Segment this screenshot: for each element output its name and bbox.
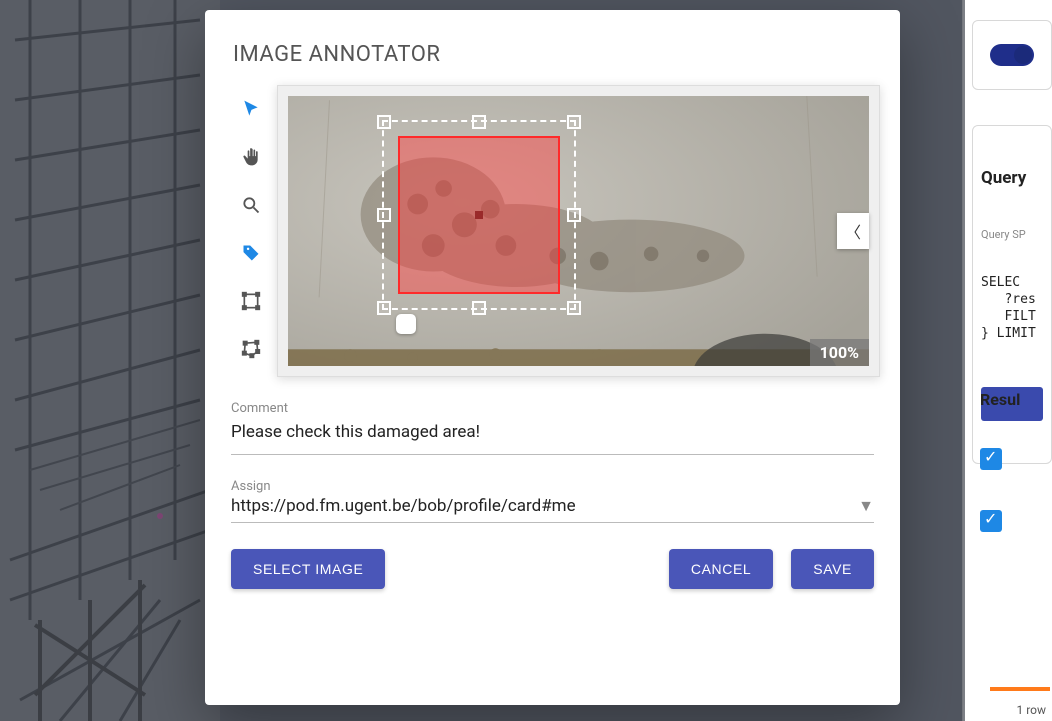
select-image-button[interactable]: SELECT IMAGE <box>231 549 385 589</box>
assign-value: https://pod.fm.ugent.be/bob/profile/card… <box>231 496 576 516</box>
assign-field[interactable]: Assign https://pod.fm.ugent.be/bob/profi… <box>231 479 874 523</box>
magnifier-icon <box>241 195 261 215</box>
results-header: Resul <box>972 390 1052 409</box>
polygon-icon <box>241 339 261 359</box>
tag-icon <box>241 243 261 263</box>
polygon-tool[interactable] <box>239 337 263 361</box>
assign-label: Assign <box>231 479 874 494</box>
cancel-button[interactable]: CANCEL <box>669 549 773 589</box>
hand-icon <box>241 147 261 167</box>
row-count: 1 row <box>1016 703 1046 717</box>
query-subheader: Query SP <box>981 228 1043 241</box>
comment-field[interactable]: Comment Please check this damaged area! <box>231 401 874 455</box>
comment-label: Comment <box>231 401 874 416</box>
image-annotator-modal: IMAGE ANNOTATOR <box>205 10 900 705</box>
query-code[interactable]: SELEC ?res FILT } LIMIT <box>981 275 1043 343</box>
result-checkbox[interactable] <box>980 510 1002 532</box>
collapse-panel-button[interactable]: 〈 <box>837 213 869 249</box>
save-button[interactable]: SAVE <box>791 549 874 589</box>
query-card: Query Query SP SELEC ?res FILT } LIMIT <box>972 125 1052 464</box>
right-panel: Query Query SP SELEC ?res FILT } LIMIT R… <box>962 0 1052 721</box>
pointer-icon <box>241 99 261 119</box>
rect-tool[interactable] <box>239 289 263 313</box>
pointer-tool[interactable] <box>239 97 263 121</box>
result-checks <box>972 440 1052 580</box>
toggle-card <box>972 20 1052 90</box>
zoom-tool[interactable] <box>239 193 263 217</box>
result-checkbox[interactable] <box>980 448 1002 470</box>
modal-title: IMAGE ANNOTATOR <box>205 10 900 85</box>
drag-handle[interactable] <box>396 314 416 334</box>
zoom-badge: 100% <box>810 339 869 366</box>
feature-toggle[interactable] <box>990 44 1034 66</box>
comment-value[interactable]: Please check this damaged area! <box>231 418 874 455</box>
progress-bar <box>990 687 1050 691</box>
tool-strip <box>225 85 277 377</box>
tag-tool[interactable] <box>239 241 263 265</box>
pan-tool[interactable] <box>239 145 263 169</box>
chevron-left-icon: 〈 <box>845 219 861 243</box>
annotation-canvas[interactable]: 〈 100% <box>277 85 880 377</box>
chevron-down-icon[interactable]: ▼ <box>858 496 874 516</box>
rect-icon <box>241 291 261 311</box>
query-header: Query <box>981 168 1043 188</box>
annotated-image <box>288 96 869 366</box>
